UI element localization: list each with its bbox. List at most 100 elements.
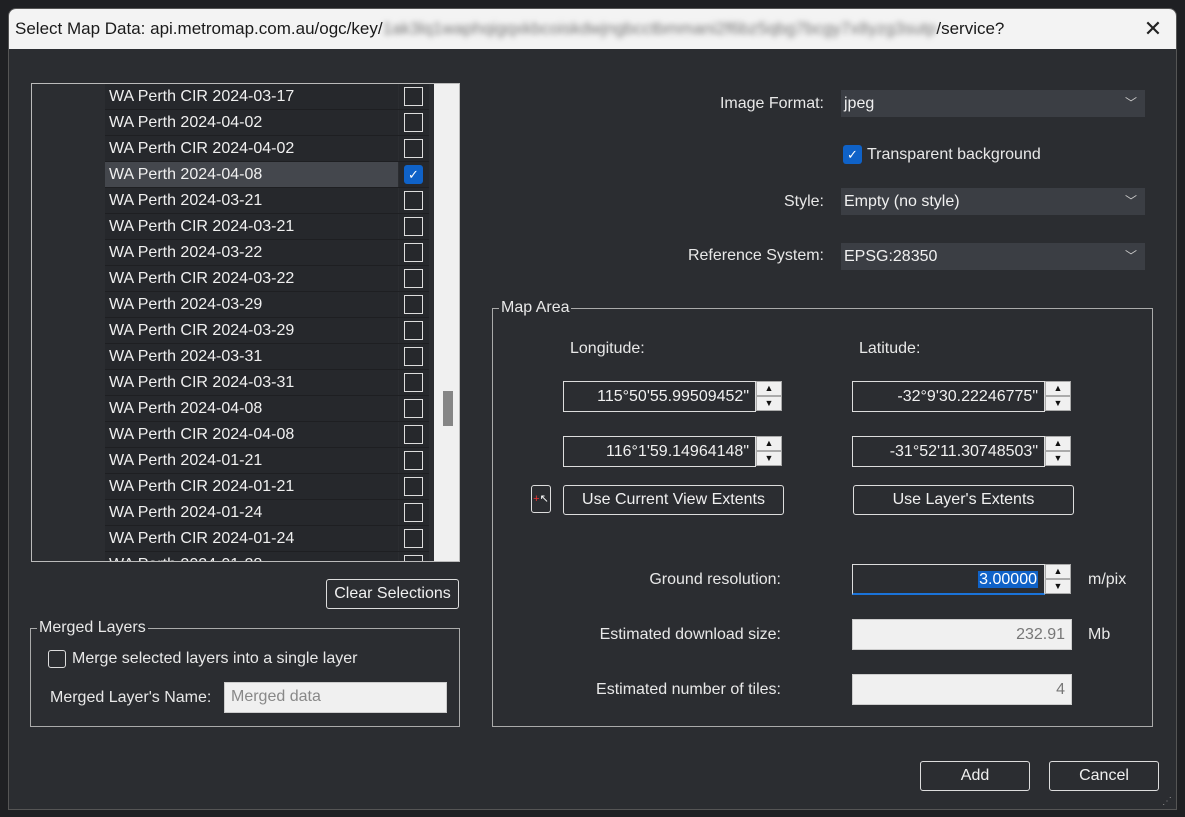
layer-label: WA Perth 2024-01-24 bbox=[109, 504, 263, 521]
layer-checkbox[interactable] bbox=[404, 217, 423, 236]
layer-list-item[interactable]: WA Perth CIR 2024-03-31 bbox=[105, 370, 429, 396]
merge-checkbox[interactable] bbox=[48, 650, 66, 668]
chevron-down-icon: ﹀ bbox=[1124, 249, 1137, 263]
layer-list-item[interactable]: WA Perth 2024-01-24 bbox=[105, 500, 429, 526]
map-area-title: Map Area bbox=[499, 299, 572, 317]
layer-checkbox[interactable] bbox=[404, 139, 423, 158]
layer-checkbox[interactable] bbox=[404, 347, 423, 366]
layer-checkbox[interactable] bbox=[404, 373, 423, 392]
layer-checkbox[interactable] bbox=[404, 399, 423, 418]
add-button[interactable]: Add bbox=[920, 761, 1030, 791]
layer-label: WA Perth 2024-01-28 bbox=[109, 556, 262, 561]
layer-label: WA Perth 2024-04-02 bbox=[109, 114, 263, 131]
layer-checkbox-cell bbox=[399, 474, 429, 499]
merged-name-input[interactable]: Merged data bbox=[224, 682, 447, 713]
layer-checkbox[interactable] bbox=[404, 295, 423, 314]
transparent-checkbox[interactable]: ✓ bbox=[843, 145, 862, 164]
layer-checkbox[interactable] bbox=[404, 425, 423, 444]
layer-list-item[interactable]: WA Perth 2024-01-28 bbox=[105, 552, 429, 561]
layer-list-item[interactable]: WA Perth 2024-04-08 ✓ bbox=[105, 162, 429, 188]
layer-list-item[interactable]: WA Perth CIR 2024-03-21 bbox=[105, 214, 429, 240]
latitude-label: Latitude: bbox=[859, 340, 921, 357]
layer-list-item[interactable]: WA Perth 2024-04-02 bbox=[105, 110, 429, 136]
latitude-max-stepper[interactable]: ▲ ▼ bbox=[1045, 436, 1071, 467]
image-format-label: Image Format: bbox=[719, 95, 824, 112]
latitude-max-input[interactable]: -31°52'11.30748503" bbox=[852, 436, 1045, 467]
tiles-count-label: Estimated number of tiles: bbox=[596, 681, 781, 698]
up-arrow-icon[interactable]: ▲ bbox=[1045, 381, 1071, 396]
layer-list-item[interactable]: WA Perth 2024-04-08 bbox=[105, 396, 429, 422]
layer-checkbox[interactable] bbox=[404, 451, 423, 470]
layer-list-item[interactable]: WA Perth CIR 2024-03-22 bbox=[105, 266, 429, 292]
layer-checkbox[interactable] bbox=[404, 555, 423, 561]
layer-label: WA Perth CIR 2024-04-02 bbox=[109, 140, 295, 157]
layer-checkbox[interactable] bbox=[404, 321, 423, 340]
latitude-min-input[interactable]: -32°9'30.22246775" bbox=[852, 381, 1045, 412]
style-select[interactable]: Empty (no style) ﹀ bbox=[841, 188, 1145, 215]
list-scrollbar[interactable] bbox=[434, 84, 459, 561]
layer-list-item[interactable]: WA Perth CIR 2024-04-08 bbox=[105, 422, 429, 448]
download-size-label: Estimated download size: bbox=[599, 626, 781, 643]
layer-checkbox[interactable] bbox=[404, 191, 423, 210]
clear-selections-button[interactable]: Clear Selections bbox=[326, 579, 459, 609]
layer-list-item[interactable]: WA Perth 2024-01-21 bbox=[105, 448, 429, 474]
longitude-max-stepper[interactable]: ▲ ▼ bbox=[756, 436, 782, 467]
layer-list-item[interactable]: WA Perth CIR 2024-03-17 bbox=[105, 84, 429, 110]
ground-resolution-value: 3.00000 bbox=[978, 571, 1038, 588]
cancel-button[interactable]: Cancel bbox=[1049, 761, 1159, 791]
layer-checkbox[interactable] bbox=[404, 243, 423, 262]
close-icon[interactable]: ✕ bbox=[1130, 9, 1176, 49]
up-arrow-icon[interactable]: ▲ bbox=[1045, 564, 1071, 579]
down-arrow-icon[interactable]: ▼ bbox=[1045, 396, 1071, 411]
layer-list-item[interactable]: WA Perth 2024-03-31 bbox=[105, 344, 429, 370]
image-format-value: jpeg bbox=[844, 95, 875, 112]
layer-list-item[interactable]: WA Perth CIR 2024-03-29 bbox=[105, 318, 429, 344]
longitude-max-input[interactable]: 116°1'59.14964148" bbox=[563, 436, 756, 467]
down-arrow-icon[interactable]: ▼ bbox=[756, 396, 782, 411]
layer-checkbox-cell bbox=[399, 422, 429, 447]
layer-checkbox-cell bbox=[399, 136, 429, 161]
ground-resolution-stepper[interactable]: ▲ ▼ bbox=[1045, 564, 1071, 595]
layer-checkbox-cell bbox=[399, 292, 429, 317]
layer-checkbox-cell bbox=[399, 84, 429, 109]
layer-list[interactable]: WA Perth 2024-01-28 WA Perth CIR 2024-01-… bbox=[31, 83, 460, 562]
layer-list-item[interactable]: WA Perth 2024-03-29 bbox=[105, 292, 429, 318]
layer-checkbox[interactable] bbox=[404, 529, 423, 548]
map-pick-extent-icon[interactable]: +↖ bbox=[531, 485, 551, 513]
longitude-min-stepper[interactable]: ▲ ▼ bbox=[756, 381, 782, 412]
layer-list-item[interactable]: WA Perth CIR 2024-01-21 bbox=[105, 474, 429, 500]
ground-resolution-unit: m/pix bbox=[1088, 571, 1127, 588]
resize-grip-icon[interactable]: ⋰ bbox=[1162, 796, 1172, 807]
layer-list-item[interactable]: WA Perth CIR 2024-01-24 bbox=[105, 526, 429, 552]
layer-checkbox[interactable] bbox=[404, 87, 423, 106]
tiles-count-field: 4 bbox=[852, 674, 1072, 705]
layer-checkbox-cell bbox=[399, 110, 429, 135]
layer-checkbox[interactable] bbox=[404, 269, 423, 288]
image-format-select[interactable]: jpeg ﹀ bbox=[841, 90, 1145, 117]
down-arrow-icon[interactable]: ▼ bbox=[756, 451, 782, 466]
layer-checkbox[interactable]: ✓ bbox=[404, 165, 423, 184]
reference-system-select[interactable]: EPSG:28350 ﹀ bbox=[841, 243, 1145, 270]
use-layer-extents-button[interactable]: Use Layer's Extents bbox=[853, 485, 1074, 515]
layer-checkbox[interactable] bbox=[404, 113, 423, 132]
layer-label: WA Perth 2024-01-21 bbox=[109, 452, 263, 469]
layer-checkbox[interactable] bbox=[404, 477, 423, 496]
merged-name-label: Merged Layer's Name: bbox=[50, 689, 212, 706]
down-arrow-icon[interactable]: ▼ bbox=[1045, 579, 1071, 594]
layer-label: WA Perth CIR 2024-04-08 bbox=[109, 426, 295, 443]
layer-list-item[interactable]: WA Perth 2024-03-22 bbox=[105, 240, 429, 266]
ground-resolution-input[interactable]: 3.00000 bbox=[852, 564, 1045, 595]
down-arrow-icon[interactable]: ▼ bbox=[1045, 451, 1071, 466]
longitude-min-input[interactable]: 115°50'55.99509452" bbox=[563, 381, 756, 412]
title-bar: Select Map Data: api.metromap.com.au/ogc… bbox=[9, 9, 1176, 49]
use-current-view-extents-button[interactable]: Use Current View Extents bbox=[563, 485, 784, 515]
layer-label: WA Perth CIR 2024-03-31 bbox=[109, 374, 295, 391]
up-arrow-icon[interactable]: ▲ bbox=[756, 436, 782, 451]
up-arrow-icon[interactable]: ▲ bbox=[1045, 436, 1071, 451]
latitude-min-stepper[interactable]: ▲ ▼ bbox=[1045, 381, 1071, 412]
scrollbar-thumb[interactable] bbox=[443, 391, 453, 426]
up-arrow-icon[interactable]: ▲ bbox=[756, 381, 782, 396]
layer-list-item[interactable]: WA Perth 2024-03-21 bbox=[105, 188, 429, 214]
layer-list-item[interactable]: WA Perth CIR 2024-04-02 bbox=[105, 136, 429, 162]
layer-checkbox[interactable] bbox=[404, 503, 423, 522]
